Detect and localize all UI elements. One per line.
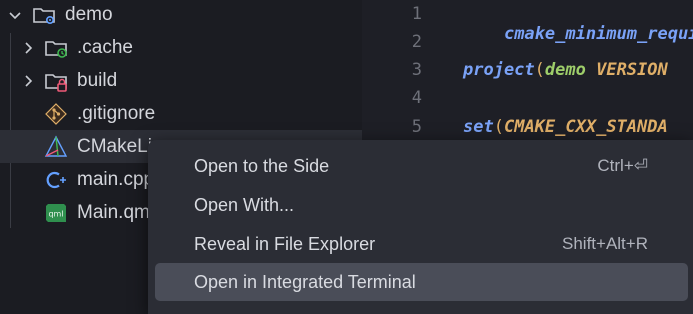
chevron-right-icon[interactable] xyxy=(20,73,36,89)
code-line-5: set(CMAKE_CXX_STANDA xyxy=(463,117,668,137)
line-number: 3 xyxy=(411,60,422,80)
line-number: 4 xyxy=(411,88,422,108)
menu-item-label: Open to the Side xyxy=(194,156,330,176)
tree-item-label: .cache xyxy=(77,36,133,58)
cache-folder-icon xyxy=(45,41,67,58)
menu-item-shortcut: Ctrl+⏎ xyxy=(597,156,648,175)
code-line-3: project(demo VERSION xyxy=(463,60,668,80)
tree-item-build[interactable]: build xyxy=(0,64,362,97)
build-folder-icon xyxy=(45,74,67,92)
git-icon xyxy=(45,103,67,125)
menu-item-shortcut: Shift+Alt+R xyxy=(562,234,648,253)
line-number: 2 xyxy=(411,32,422,52)
cpp-icon xyxy=(46,171,66,189)
svg-text:qml: qml xyxy=(48,210,63,219)
tree-item-cache[interactable]: .cache xyxy=(0,31,362,64)
gear-folder-icon xyxy=(33,8,55,25)
tree-item-label: .gitignore xyxy=(77,102,156,124)
code-token: ( xyxy=(493,117,504,137)
line-number: 5 xyxy=(411,117,422,137)
qml-icon: qml xyxy=(46,204,66,222)
menu-item-reveal-in-explorer[interactable]: Reveal in File Explorer Shift+Alt+R xyxy=(155,225,688,263)
tree-item-label: build xyxy=(77,69,118,91)
tree-root-demo[interactable]: demo xyxy=(0,0,362,31)
menu-item-open-to-side[interactable]: Open to the Side Ctrl+⏎ xyxy=(155,147,688,185)
line-number: 1 xyxy=(411,4,422,24)
tree-item-label: Main.qm xyxy=(77,201,150,223)
tree-item-gitignore[interactable]: .gitignore xyxy=(0,97,362,130)
menu-item-label: Open With... xyxy=(194,195,295,215)
tree-root-label: demo xyxy=(65,3,113,25)
tree-item-label: main.cpp xyxy=(77,168,155,190)
code-token: CMAKE_CXX_STANDA xyxy=(503,117,668,137)
code-line-1: cmake_minimum_requir xyxy=(463,4,693,64)
menu-item-open-with[interactable]: Open With... xyxy=(155,186,688,224)
menu-item-open-in-terminal[interactable]: Open in Integrated Terminal xyxy=(155,263,688,301)
code-token: VERSION xyxy=(596,60,668,80)
tree-item-label: CMakeLi xyxy=(77,135,152,157)
chevron-down-icon[interactable] xyxy=(7,7,23,23)
menu-item-label: Reveal in File Explorer xyxy=(194,234,376,254)
menu-item-label: Open in Integrated Terminal xyxy=(194,272,416,292)
code-token: cmake_minimum_requir xyxy=(503,24,693,44)
context-menu: Open to the Side Ctrl+⏎ Open With... Rev… xyxy=(148,140,693,314)
cmake-icon xyxy=(44,135,68,157)
code-token: set xyxy=(463,117,494,137)
chevron-right-icon[interactable] xyxy=(20,40,36,56)
code-token: project xyxy=(463,60,535,80)
code-token: demo xyxy=(544,60,597,80)
code-token: ( xyxy=(534,60,545,80)
